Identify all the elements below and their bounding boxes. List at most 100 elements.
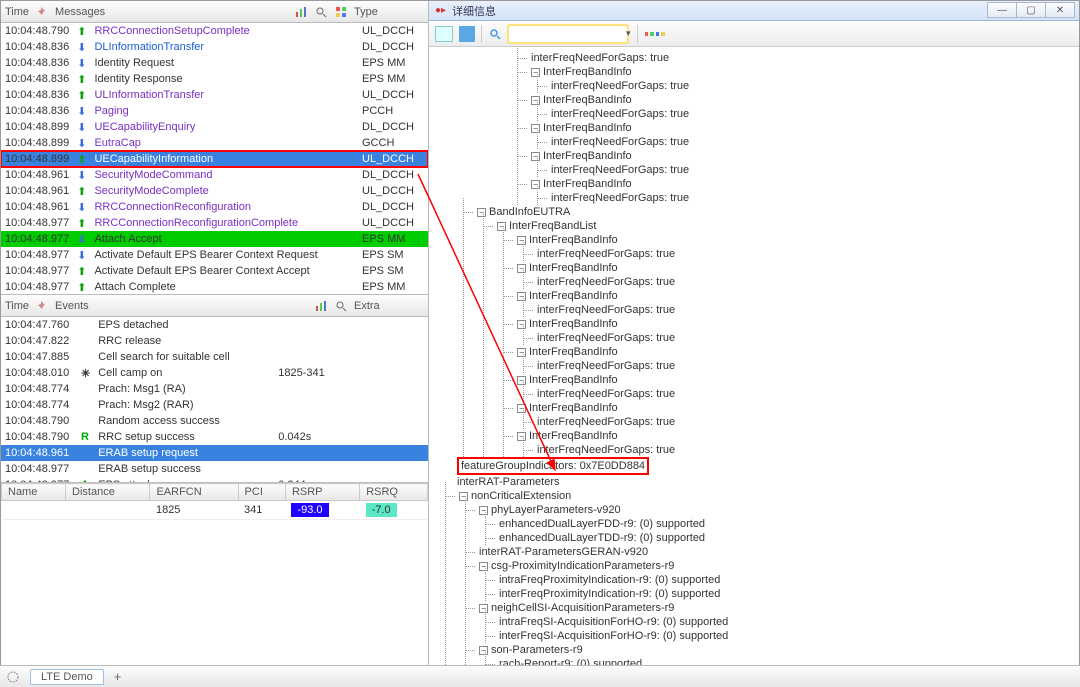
tree-label[interactable]: interFreqNeedForGaps: true <box>551 108 689 120</box>
pin-icon[interactable] <box>35 299 49 313</box>
tree-toggle[interactable]: − <box>479 604 488 613</box>
table-row[interactable]: 10:04:48.790 Random access success <box>1 413 428 429</box>
color-grid-icon[interactable] <box>644 24 666 44</box>
tree-toggle[interactable]: − <box>517 404 526 413</box>
feature-group-indicators[interactable]: featureGroupIndicators: 0x7E0DD884 <box>457 457 649 475</box>
tree-toggle[interactable]: − <box>531 68 540 77</box>
tree-toggle[interactable]: − <box>531 124 540 133</box>
tree-label[interactable]: InterFreqBandInfo <box>529 290 618 302</box>
detail-title-bar[interactable]: ●▸ 详细信息 — ▢ ✕ <box>429 1 1079 21</box>
tree-label[interactable]: interFreqNeedForGaps: true <box>551 192 689 204</box>
tree-toggle[interactable]: − <box>517 376 526 385</box>
table-row[interactable]: 10:04:48.836 ⬇ Paging PCCH <box>1 103 428 119</box>
tree-label[interactable]: interFreqNeedForGaps: true <box>537 248 675 260</box>
table-row[interactable]: 10:04:48.961 ⬇ RRCConnectionReconfigurat… <box>1 199 428 215</box>
tab-lte-demo[interactable]: LTE Demo <box>30 669 104 685</box>
table-row[interactable]: 10:04:47.885 Cell search for suitable ce… <box>1 349 428 365</box>
tree-label[interactable]: intraFreqProximityIndication-r9: (0) sup… <box>499 574 720 586</box>
search-icon[interactable] <box>334 299 348 313</box>
message-link[interactable]: Activate Default EPS Bearer Context Requ… <box>94 249 317 261</box>
col-pci[interactable]: PCI <box>238 484 285 501</box>
tree-label[interactable]: InterFreqBandInfo <box>543 122 632 134</box>
table-row[interactable]: 10:04:48.899 ⬇ EutraCap GCCH <box>1 135 428 151</box>
detail-tree[interactable]: interFreqNeedForGaps: true−InterFreqBand… <box>429 47 1079 686</box>
tree-toggle[interactable]: − <box>517 292 526 301</box>
tree-label[interactable]: intraFreqSI-AcquisitionForHO-r9: (0) sup… <box>499 616 728 628</box>
grid-icon[interactable] <box>334 5 348 19</box>
table-row[interactable]: 10:04:48.899 ⬇ UECapabilityEnquiry DL_DC… <box>1 119 428 135</box>
tree-toggle[interactable]: − <box>497 222 506 231</box>
tree-label[interactable]: InterFreqBandInfo <box>529 262 618 274</box>
col-events[interactable]: Events <box>55 300 89 312</box>
tree-label[interactable]: InterFreqBandInfo <box>543 150 632 162</box>
table-row[interactable]: 10:04:48.836 ⬆ ULInformationTransfer UL_… <box>1 87 428 103</box>
tree-toggle[interactable]: − <box>531 96 540 105</box>
tree-label[interactable]: InterFreqBandInfo <box>529 346 618 358</box>
tree-label[interactable]: interFreqNeedForGaps: true <box>537 444 675 456</box>
col-type[interactable]: Type <box>354 6 424 18</box>
col-name[interactable]: Name <box>2 484 66 501</box>
message-link[interactable]: Identity Response <box>94 73 182 85</box>
tree-label[interactable]: interFreqNeedForGaps: true <box>537 332 675 344</box>
col-rsrp[interactable]: RSRP <box>285 484 359 501</box>
message-link[interactable]: SecurityModeComplete <box>94 185 208 197</box>
tree-toggle[interactable]: − <box>517 348 526 357</box>
chart-icon[interactable] <box>314 299 328 313</box>
table-row[interactable]: 10:04:48.774 Prach: Msg1 (RA) <box>1 381 428 397</box>
message-link[interactable]: Identity Request <box>94 57 174 69</box>
message-link[interactable]: RRCConnectionSetupComplete <box>94 25 249 37</box>
table-row[interactable]: 10:04:48.790 R RRC setup success 0.042s <box>1 429 428 445</box>
tree-label[interactable]: InterFreqBandList <box>509 220 596 232</box>
tree-toggle[interactable]: − <box>517 264 526 273</box>
table-row[interactable]: 10:04:48.774 Prach: Msg2 (RAR) <box>1 397 428 413</box>
tree-label[interactable]: interFreqNeedForGaps: true <box>551 136 689 148</box>
table-row[interactable]: 10:04:48.977 ERAB setup success <box>1 461 428 477</box>
message-link[interactable]: ULInformationTransfer <box>94 89 204 101</box>
minimize-button[interactable]: — <box>987 2 1017 18</box>
col-distance[interactable]: Distance <box>66 484 150 501</box>
chart-icon[interactable] <box>294 5 308 19</box>
tree-label[interactable]: InterFreqBandInfo <box>529 402 618 414</box>
tree-label[interactable]: enhancedDualLayerTDD-r9: (0) supported <box>499 532 705 544</box>
table-row[interactable]: 10:04:48.836 ⬇ DLInformationTransfer DL_… <box>1 39 428 55</box>
col-extra[interactable]: Extra <box>354 300 424 312</box>
tree-toggle[interactable]: − <box>517 320 526 329</box>
tree-label[interactable]: nonCriticalExtension <box>471 490 571 502</box>
search-icon[interactable] <box>314 5 328 19</box>
tree-label[interactable]: interFreqProximityIndication-r9: (0) sup… <box>499 588 720 600</box>
table-row[interactable]: 10:04:48.977 ⬇ Activate Default EPS Bear… <box>1 247 428 263</box>
table-row[interactable]: 10:04:48.961 ⬆ SecurityModeComplete UL_D… <box>1 183 428 199</box>
close-button[interactable]: ✕ <box>1045 2 1075 18</box>
clipboard-icon[interactable] <box>459 26 475 42</box>
search-icon[interactable] <box>488 27 502 41</box>
tree-toggle[interactable]: − <box>479 562 488 571</box>
tree-label[interactable]: InterFreqBandInfo <box>529 318 618 330</box>
search-input[interactable] <box>508 25 628 43</box>
tree-toggle[interactable]: − <box>531 180 540 189</box>
tree-toggle[interactable]: − <box>477 208 486 217</box>
tree-label[interactable]: interRAT-ParametersGERAN-v920 <box>479 546 648 558</box>
message-link[interactable]: Paging <box>94 105 128 117</box>
tree-label[interactable]: interFreqNeedForGaps: true <box>551 164 689 176</box>
message-link[interactable]: Activate Default EPS Bearer Context Acce… <box>94 265 309 277</box>
messages-table[interactable]: 10:04:48.790 ⬆ RRCConnectionSetupComplet… <box>1 23 428 295</box>
tree-toggle[interactable]: − <box>531 152 540 161</box>
tree-toggle[interactable]: − <box>517 432 526 441</box>
table-row[interactable]: 10:04:48.977 ⬆ Activate Default EPS Bear… <box>1 263 428 279</box>
tree-label[interactable]: enhancedDualLayerFDD-r9: (0) supported <box>499 518 705 530</box>
message-link[interactable]: EutraCap <box>94 137 140 149</box>
tree-label[interactable]: interRAT-Parameters <box>457 476 560 488</box>
tree-label[interactable]: BandInfoEUTRA <box>489 206 570 218</box>
table-row[interactable]: 10:04:48.977 ⬇ Attach Accept EPS MM <box>1 231 428 247</box>
tree-label[interactable]: interFreqNeedForGaps: true <box>531 52 669 64</box>
tree-label[interactable]: interFreqNeedForGaps: true <box>537 304 675 316</box>
tree-label[interactable]: InterFreqBandInfo <box>529 374 618 386</box>
tree-label[interactable]: interFreqNeedForGaps: true <box>537 416 675 428</box>
table-row[interactable]: 10:04:48.836 ⬇ Identity Request EPS MM <box>1 55 428 71</box>
col-rsrq[interactable]: RSRQ <box>360 484 428 501</box>
tree-toggle[interactable]: − <box>517 236 526 245</box>
detail-grid[interactable]: Name Distance EARFCN PCI RSRP RSRQ 1825 … <box>1 483 428 686</box>
tree-label[interactable]: interFreqNeedForGaps: true <box>551 80 689 92</box>
tree-label[interactable]: InterFreqBandInfo <box>543 94 632 106</box>
maximize-button[interactable]: ▢ <box>1016 2 1046 18</box>
